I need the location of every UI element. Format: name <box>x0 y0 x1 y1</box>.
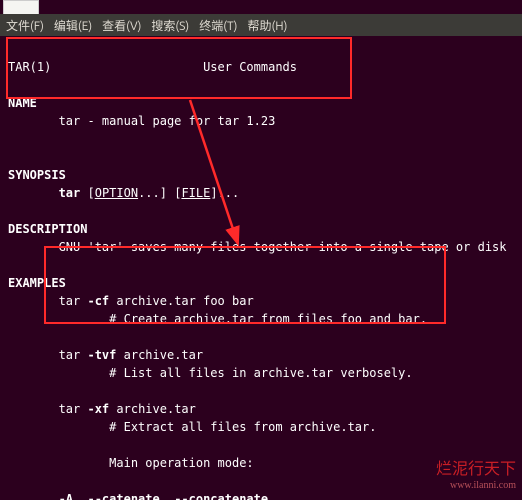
section-description: DESCRIPTION <box>8 222 87 236</box>
menubar: 文件(F) 编辑(E) 查看(V) 搜索(S) 终端(T) 帮助(H) <box>0 14 522 36</box>
opt-A2: --catenate <box>87 492 159 500</box>
synopsis-file: FILE <box>181 186 210 200</box>
ex1-rest: archive.tar foo bar <box>109 294 254 308</box>
menu-edit[interactable]: 编辑(E) <box>54 17 92 34</box>
terminal-output[interactable]: TAR(1) User Commands NAME tar - manual p… <box>0 36 522 500</box>
ex1-desc: # Create archive.tar from files foo and … <box>109 312 427 326</box>
man-header-left: TAR(1) <box>8 60 51 74</box>
ex2-desc: # List all files in archive.tar verbosel… <box>109 366 412 380</box>
menu-search[interactable]: 搜索(S) <box>151 17 189 34</box>
synopsis-option: OPTION <box>95 186 138 200</box>
mode-title: Main operation mode: <box>109 456 254 470</box>
section-synopsis: SYNOPSIS <box>8 168 66 182</box>
menu-terminal[interactable]: 终端(T) <box>199 17 237 34</box>
menu-help[interactable]: 帮助(H) <box>247 17 287 34</box>
opt-A: -A <box>59 492 73 500</box>
ex1-prefix: tar <box>59 294 88 308</box>
window-tab <box>3 0 39 14</box>
ex3-rest: archive.tar <box>109 402 196 416</box>
synopsis-file-suffix: ]... <box>210 186 239 200</box>
ex2-flag: -tvf <box>87 348 116 362</box>
description-line: GNU 'tar' saves many files together into… <box>59 240 507 254</box>
synopsis-opt-suffix: ...] <box>138 186 167 200</box>
ex2-rest: archive.tar <box>116 348 203 362</box>
section-name: NAME <box>8 96 37 110</box>
sep: , <box>160 492 174 500</box>
man-header-center: User Commands <box>203 60 297 74</box>
synopsis-cmd: tar <box>59 186 81 200</box>
name-line: tar - manual page for tar 1.23 <box>59 114 276 128</box>
ex3-desc: # Extract all files from archive.tar. <box>109 420 376 434</box>
ex3-flag: -xf <box>87 402 109 416</box>
sep: , <box>73 492 87 500</box>
ex2-prefix: tar <box>59 348 88 362</box>
menu-file[interactable]: 文件(F) <box>6 17 44 34</box>
menu-view[interactable]: 查看(V) <box>102 17 141 34</box>
opt-A3: --concatenate <box>174 492 268 500</box>
section-examples: EXAMPLES <box>8 276 66 290</box>
ex1-flag: -cf <box>87 294 109 308</box>
ex3-prefix: tar <box>59 402 88 416</box>
